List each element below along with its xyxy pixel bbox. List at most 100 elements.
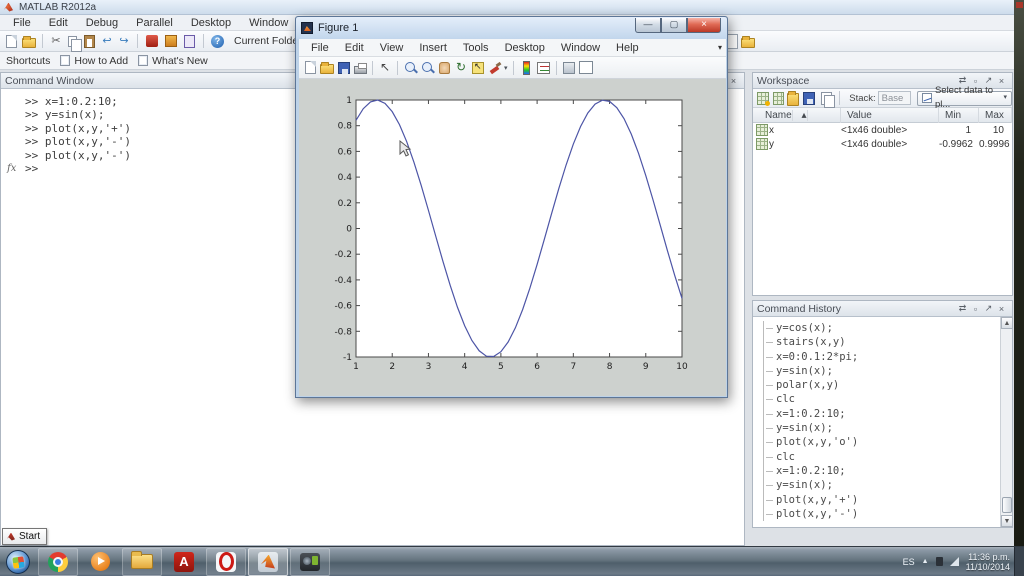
brush-dropdown-icon[interactable]: ▾ (504, 64, 508, 72)
taskbar-opera-button[interactable] (206, 548, 246, 576)
workspace-variable-row[interactable]: x <1x46 double> 1 10 (753, 123, 1012, 137)
profiler-icon[interactable] (184, 35, 195, 48)
shortcut-whats-new[interactable]: What's New (138, 55, 208, 67)
action-center-icon[interactable] (936, 557, 943, 566)
scrollbar-thumb[interactable] (1002, 497, 1012, 513)
new-figure-icon[interactable] (305, 61, 316, 74)
column-max[interactable]: Max (979, 108, 1012, 123)
figure-menu-item[interactable]: Tools (455, 41, 497, 55)
figure-menu-item[interactable]: View (372, 41, 412, 55)
browse-folder-icon[interactable] (741, 38, 755, 48)
taskbar-media-player-button[interactable] (80, 548, 120, 576)
matlab-menu-item[interactable]: Edit (40, 16, 77, 30)
show-desktop-button[interactable] (1014, 547, 1024, 576)
taskbar-explorer-button[interactable] (122, 548, 162, 576)
matlab-menu-item[interactable]: Debug (77, 16, 127, 30)
guide-icon[interactable] (165, 35, 177, 47)
pin-panel-icon[interactable]: ↗ (982, 303, 995, 314)
save-figure-icon[interactable] (338, 62, 350, 74)
matlab-menu-item[interactable]: Desktop (182, 16, 240, 30)
paste-icon[interactable] (84, 35, 95, 48)
edit-plot-icon[interactable] (378, 60, 392, 75)
hidden-icons-icon[interactable]: ▲ (922, 558, 929, 565)
history-entry[interactable]: stairs(x,y) (764, 335, 1000, 349)
open-variable-icon[interactable] (773, 92, 785, 105)
undo-icon[interactable] (100, 34, 114, 49)
language-indicator[interactable]: ES (903, 557, 915, 567)
history-scrollbar[interactable]: ▲ ▼ (1000, 317, 1012, 527)
history-entry[interactable]: y=sin(x); (764, 364, 1000, 378)
figure-menu-item[interactable]: Window (553, 41, 608, 55)
undock-panel-icon[interactable]: ⇄ (956, 303, 969, 314)
new-variable-icon[interactable] (757, 92, 769, 105)
scroll-up-icon[interactable]: ▲ (1001, 317, 1013, 329)
redo-icon[interactable] (117, 34, 131, 49)
data-cursor-icon[interactable] (472, 62, 484, 74)
history-entry[interactable]: y=sin(x); (764, 478, 1000, 492)
maximize-panel-icon[interactable]: ▫ (969, 304, 982, 314)
cut-icon[interactable] (49, 34, 63, 49)
print-figure-icon[interactable] (354, 66, 367, 74)
menu-overflow-icon[interactable]: ▾ (718, 43, 722, 52)
history-entry[interactable]: x=1:0.2:10; (764, 407, 1000, 421)
history-entry[interactable]: y=sin(x); (764, 421, 1000, 435)
pan-icon[interactable] (439, 62, 450, 74)
history-entry[interactable]: y=cos(x); (764, 321, 1000, 335)
brush-icon[interactable] (489, 62, 501, 74)
rotate-3d-icon[interactable] (454, 60, 468, 75)
taskbar-matlab-button[interactable] (248, 548, 288, 576)
figure-menu-item[interactable]: Edit (337, 41, 372, 55)
new-script-icon[interactable] (6, 35, 17, 48)
save-workspace-icon[interactable] (803, 92, 815, 105)
matlab-menu-item[interactable]: Parallel (127, 16, 182, 30)
copy-icon[interactable] (68, 36, 77, 47)
close-button[interactable]: × (687, 18, 721, 33)
taskbar-chrome-button[interactable] (38, 548, 78, 576)
command-prompt[interactable]: >> (25, 162, 38, 175)
zoom-out-icon[interactable] (421, 61, 434, 74)
taskbar-screen-recorder-button[interactable] (290, 548, 330, 576)
scroll-down-icon[interactable]: ▼ (1001, 515, 1013, 527)
clock[interactable]: 11:36 p.m. 11/10/2014 (966, 552, 1010, 572)
minimize-button[interactable]: — (635, 18, 661, 33)
start-button[interactable] (6, 550, 30, 574)
column-name[interactable]: Name ▴ (753, 108, 841, 123)
history-entry[interactable]: plot(x,y,'o') (764, 435, 1000, 449)
close-panel-icon[interactable]: × (727, 76, 740, 86)
column-value[interactable]: Value (841, 108, 939, 123)
matlab-menu-item[interactable]: Window (240, 16, 297, 30)
stack-dropdown[interactable]: Base ▾ (878, 91, 912, 105)
maximize-button[interactable]: ▢ (661, 18, 687, 33)
history-entry[interactable]: x=0:0.1:2*pi; (764, 350, 1000, 364)
fx-button[interactable]: fx (7, 162, 25, 175)
workspace-variable-row[interactable]: y <1x46 double> -0.9962 0.9996 (753, 137, 1012, 151)
history-entry[interactable]: clc (764, 392, 1000, 406)
figure-menu-item[interactable]: Insert (411, 41, 455, 55)
help-icon[interactable] (211, 35, 224, 48)
taskbar-adobe-reader-button[interactable]: A (164, 548, 204, 576)
zoom-in-icon[interactable] (404, 61, 417, 74)
show-plot-tools-icon[interactable] (579, 61, 593, 74)
history-entry[interactable]: plot(x,y,'+') (764, 493, 1000, 507)
matlab-menu-item[interactable]: File (4, 16, 40, 30)
command-history-titlebar[interactable]: Command History ⇄ ▫ ↗ × (753, 301, 1012, 317)
history-entry[interactable]: x=1:0.2:10; (764, 464, 1000, 478)
open-figure-icon[interactable] (320, 64, 334, 74)
figure-menu-item[interactable]: Help (608, 41, 647, 55)
shortcut-how-to-add[interactable]: How to Add (60, 55, 128, 67)
column-min[interactable]: Min (939, 108, 979, 123)
hide-plot-tools-icon[interactable] (563, 62, 575, 74)
network-icon[interactable] (950, 557, 959, 566)
history-entry[interactable]: polar(x,y) (764, 378, 1000, 392)
duplicate-variable-icon[interactable] (821, 92, 833, 105)
import-data-icon[interactable] (787, 93, 799, 106)
simulink-icon[interactable] (146, 35, 158, 47)
close-panel-icon[interactable]: × (995, 304, 1008, 314)
insert-legend-icon[interactable] (537, 62, 550, 74)
history-entry[interactable]: plot(x,y,'-') (764, 507, 1000, 521)
matlab-titlebar[interactable]: MATLAB R2012a (0, 0, 1014, 15)
figure-menu-item[interactable]: File (303, 41, 337, 55)
figure-titlebar[interactable]: Figure 1 — ▢ × (296, 17, 727, 39)
insert-colorbar-icon[interactable] (523, 61, 530, 75)
figure-menu-item[interactable]: Desktop (497, 41, 553, 55)
